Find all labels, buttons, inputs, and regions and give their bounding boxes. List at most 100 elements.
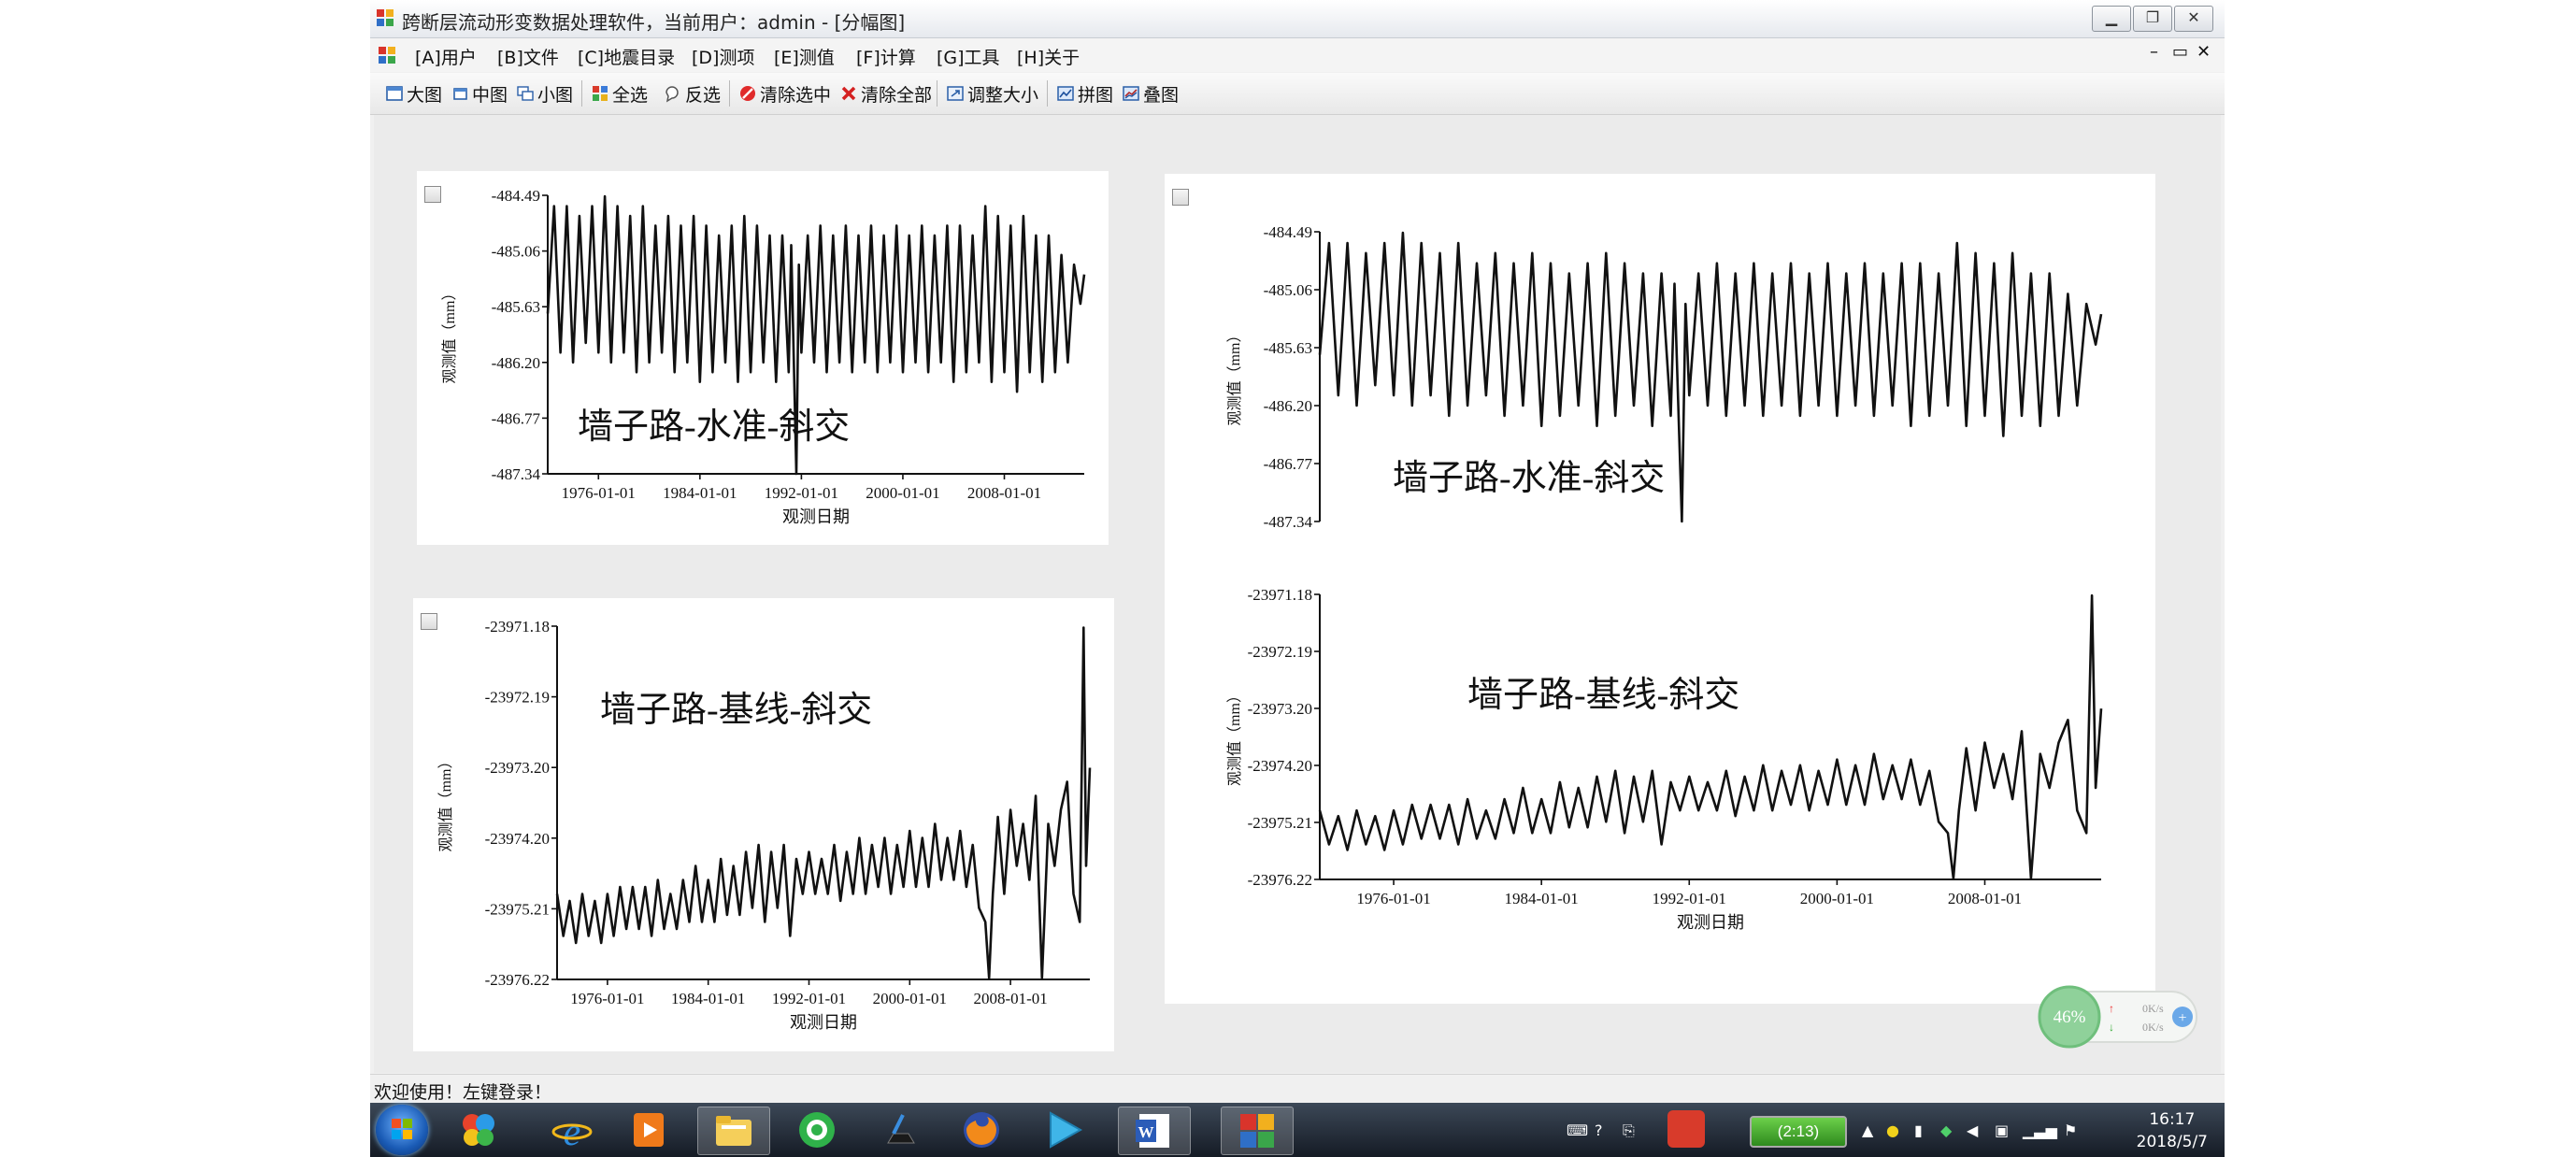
menu-file[interactable]: [B]文件 (497, 44, 559, 69)
volume-mute-icon[interactable]: ◀ (1967, 1121, 1978, 1139)
y-tick-label: -485.63 (492, 298, 540, 316)
security-icon[interactable]: ● (1886, 1121, 1899, 1139)
start-button[interactable] (376, 1105, 428, 1155)
chart-panel-bottom-left[interactable]: -23971.18 -23972.19 -23973.20 -23974.20 -239… (413, 598, 1114, 1051)
mdi-restore-button[interactable]: ▭ (2172, 42, 2188, 62)
office-tray-icon[interactable] (1667, 1110, 1705, 1148)
overlay-chart-label: 叠图 (1143, 84, 1180, 106)
title-bar[interactable]: 跨断层流动形变数据处理软件，当前用户：admin - [分幅图] ▁ ❐ ✕ (370, 0, 2225, 38)
y-tick-label: -23974.20 (485, 830, 550, 848)
taskbar-firefox[interactable] (946, 1107, 1017, 1153)
overlay-chart-button[interactable]: 叠图 (1122, 81, 1179, 106)
language-icon[interactable]: ⎘ (1623, 1121, 1635, 1140)
taskbar-current-app[interactable] (1221, 1107, 1294, 1155)
panel-select-checkbox[interactable] (421, 613, 437, 630)
action-center-flag-icon[interactable]: ⚑ (2064, 1121, 2077, 1139)
resize-icon (947, 86, 964, 101)
clear-selected-button[interactable]: 清除选中 (738, 81, 831, 106)
current-app-icon (1240, 1114, 1274, 1148)
restore-button[interactable]: ❐ (2133, 6, 2172, 32)
chart-group-right-lower: -23971.18 -23972.19 -23973.20 -23974.20 -239… (1226, 586, 2103, 932)
taskbar-app-butterfly[interactable] (443, 1107, 514, 1153)
power-icon[interactable]: ▮ (1914, 1121, 1923, 1139)
menu-bar: [A]用户 [B]文件 [C]地震目录 [D]测项 [E]测值 [F]计算 [G… (370, 38, 2225, 72)
battery-indicator[interactable]: (2:13) (1750, 1116, 1847, 1148)
status-text: 欢迎使用！左键登录！ (374, 1082, 552, 1103)
clock-time: 16:17 (2149, 1110, 2196, 1129)
select-all-icon (593, 86, 608, 101)
invert-selection-button[interactable]: 反选 (664, 81, 721, 106)
clock[interactable]: 16:17 2018/5/7 (2137, 1108, 2208, 1153)
play-icon (1050, 1111, 1083, 1149)
clear-all-button[interactable]: 清除全部 (839, 81, 932, 106)
menu-survey-value[interactable]: [E]测值 (774, 44, 835, 69)
merge-chart-label: 拼图 (1078, 84, 1114, 106)
y-tick-label: -487.34 (492, 465, 541, 483)
taskbar-internet-explorer[interactable]: e (537, 1107, 608, 1153)
x-axis-label: 观测日期 (790, 1013, 857, 1032)
menu-user[interactable]: [A]用户 (415, 44, 477, 69)
app-window: 跨断层流动形变数据处理软件，当前用户：admin - [分幅图] ▁ ❐ ✕ [… (370, 0, 2225, 1157)
net-percent: 46% (2054, 1007, 2086, 1027)
keyboard-icon[interactable]: ⌨ (1567, 1121, 1588, 1139)
menu-calculate[interactable]: [F]计算 (856, 44, 916, 69)
y-tick-label: -484.49 (1264, 223, 1312, 241)
select-all-button[interactable]: 全选 (591, 81, 648, 106)
show-hidden-icons-icon[interactable]: ▲ (1862, 1121, 1873, 1139)
y-tick-label: -23971.18 (1248, 586, 1312, 604)
close-button[interactable]: ✕ (2174, 6, 2213, 32)
series-line (555, 626, 1092, 979)
resize-button[interactable]: 调整大小 (946, 81, 1038, 106)
y-tick-label: -23972.19 (485, 689, 550, 707)
minimize-button[interactable]: ▁ (2092, 6, 2131, 32)
x-tick-label: 1984-01-01 (1504, 890, 1578, 907)
x-tick-label: 1984-01-01 (671, 990, 745, 1007)
status-bar: 欢迎使用！左键登录！ (370, 1074, 2225, 1103)
y-tick-label: -23973.20 (485, 759, 550, 777)
menu-tools[interactable]: [G]工具 (937, 44, 1000, 69)
y-tick-label: -23976.22 (485, 971, 550, 989)
shield-icon[interactable]: ◆ (1940, 1121, 1952, 1139)
taskbar-media-player[interactable] (613, 1107, 684, 1153)
help-icon[interactable]: ? (1595, 1121, 1603, 1139)
taskbar: e W ⌨ ? ⎘ (2:13) ▲ ● ▮ ◆ ◀ ▣ ▁▃▅ ⚑ 16:17… (370, 1103, 2225, 1157)
mdi-minimize-button[interactable]: – (2150, 42, 2158, 62)
small-view-button[interactable]: 小图 (516, 81, 573, 106)
y-tick-label: -23971.18 (485, 618, 550, 636)
mdi-close-button[interactable]: ✕ (2197, 42, 2211, 62)
panel-select-checkbox[interactable] (424, 186, 441, 203)
chart-panel-top-left[interactable]: -484.49 -485.06 -485.63 -486.20 -486.77 -487.… (417, 171, 1109, 545)
large-view-button[interactable]: 大图 (385, 81, 442, 106)
menu-earthquake-catalog[interactable]: [C]地震目录 (578, 44, 675, 69)
taskbar-app-pen[interactable] (866, 1107, 937, 1153)
signal-icon[interactable]: ▁▃▅ (2023, 1121, 2057, 1139)
panel-select-checkbox[interactable] (1172, 189, 1189, 206)
menu-about[interactable]: [H]关于 (1017, 44, 1080, 69)
network-speed-widget[interactable]: 46% ↑ ↓ 0K/s 0K/s + (2038, 984, 2201, 1050)
taskbar-file-explorer[interactable] (697, 1107, 770, 1155)
chart-annotation: 墙子路-基线-斜交 (600, 691, 872, 730)
y-tick-label: -485.06 (1264, 281, 1312, 299)
butterfly-app-icon (463, 1114, 494, 1146)
green-browser-icon (799, 1112, 835, 1148)
y-tick-label: -23975.21 (1248, 814, 1312, 832)
taskbar-video-player[interactable] (1028, 1107, 1099, 1153)
x-tick-label: 1976-01-01 (1356, 890, 1430, 907)
invert-selection-label: 反选 (685, 84, 722, 106)
chart-group-top-left: -484.49 -485.06 -485.63 -486.20 -486.77 -487.… (441, 187, 1086, 526)
menu-survey-item[interactable]: [D]测项 (692, 44, 754, 69)
x-tick-label: 2000-01-01 (866, 484, 939, 502)
svg-text:e: e (564, 1111, 581, 1150)
mdi-child-icon[interactable] (378, 46, 396, 64)
chart-panel-right-merged[interactable]: -484.49 -485.06 -485.63 -486.20 -486.77 -487.… (1165, 174, 2155, 1004)
plus-glyph: + (2178, 1010, 2186, 1026)
net-up-speed: 0K/s (2142, 1002, 2164, 1015)
device-icon[interactable]: ▣ (1995, 1121, 2009, 1139)
chart-annotation: 墙子路-基线-斜交 (1467, 676, 1739, 715)
chart-group-right-upper: -484.49 -485.06 -485.63 -486.20 -486.77 -487.… (1226, 223, 2103, 531)
taskbar-browser-green[interactable] (781, 1107, 852, 1153)
medium-view-button[interactable]: 中图 (451, 81, 508, 106)
merge-chart-button[interactable]: 拼图 (1056, 81, 1113, 106)
taskbar-word[interactable]: W (1118, 1107, 1191, 1155)
x-tick-label: 1992-01-01 (772, 990, 846, 1007)
